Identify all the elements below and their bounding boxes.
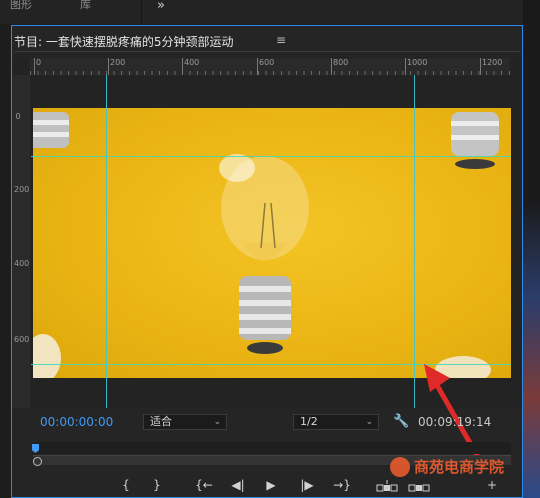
ruler-label: 200	[14, 185, 30, 194]
fit-value: 适合	[150, 415, 172, 428]
ruler-label: 0	[15, 112, 21, 121]
ruler-label: 1000	[407, 58, 428, 67]
ruler-tick	[34, 58, 35, 75]
ruler-label: 600	[259, 58, 275, 67]
tab-libraries[interactable]: 库	[80, 0, 91, 12]
ruler-tick	[182, 58, 183, 75]
chevron-down-icon: ⌄	[365, 417, 373, 427]
fit-dropdown[interactable]: 适合 ⌄	[143, 414, 227, 430]
guide-line-horizontal[interactable]	[31, 156, 511, 157]
chevron-down-icon: ⌄	[213, 417, 221, 427]
ruler-label: 1200	[482, 58, 503, 67]
ruler-tick	[405, 58, 406, 75]
go-to-out-button[interactable]: →}	[330, 478, 354, 492]
go-to-in-button[interactable]: {←	[192, 478, 216, 492]
ruler-tick	[108, 58, 109, 75]
insert-icon[interactable]	[376, 480, 398, 494]
vertical-ruler[interactable]	[12, 75, 30, 408]
wrench-icon[interactable]: 🔧	[393, 414, 409, 429]
timeline-ruler[interactable]	[33, 442, 511, 454]
current-timecode[interactable]: 00:00:00:00	[40, 415, 113, 429]
duration-timecode: 00:09:19:14	[418, 415, 492, 429]
hamburger-menu-icon[interactable]: ≡	[276, 33, 286, 47]
add-button[interactable]: +	[483, 478, 501, 492]
mark-in-button[interactable]: {	[117, 478, 135, 492]
title-divider	[14, 51, 521, 52]
watermark-logo	[390, 457, 410, 477]
tab-overflow-icon[interactable]: »	[157, 0, 165, 13]
mark-out-button[interactable]: }	[148, 478, 166, 492]
lightbulb-image	[33, 112, 499, 378]
tab-graphics[interactable]: 图形	[10, 0, 32, 12]
ruler-tick	[480, 58, 481, 75]
ruler-label: 800	[333, 58, 349, 67]
overwrite-icon[interactable]	[408, 480, 430, 494]
ruler-tick	[257, 58, 258, 75]
resolution-dropdown[interactable]: 1/2 ⌄	[293, 414, 379, 430]
ruler-label: 400	[184, 58, 200, 67]
ruler-label: 200	[110, 58, 126, 67]
watermark-text: 商苑电商学院	[414, 458, 505, 476]
background-wallpaper-strip	[523, 0, 540, 498]
ruler-label: 600	[14, 335, 30, 344]
step-back-button[interactable]: ◀|	[228, 478, 248, 492]
ruler-tick	[331, 58, 332, 75]
ruler-label: 400	[14, 259, 30, 268]
ruler-label: 0	[36, 58, 42, 67]
play-button[interactable]: ▶	[262, 478, 280, 492]
panel-title: 节目: 一套快速摆脱疼痛的5分钟颈部运动	[14, 35, 234, 49]
guide-line-vertical[interactable]	[414, 75, 415, 408]
top-tab-bar: 图形 库 »	[0, 0, 540, 24]
video-frame[interactable]	[33, 108, 511, 378]
tab-divider	[141, 0, 142, 24]
resolution-value: 1/2	[300, 415, 318, 428]
guide-line-vertical[interactable]	[106, 75, 107, 408]
zoom-handle[interactable]	[33, 457, 42, 466]
step-forward-button[interactable]: |▶	[297, 478, 317, 492]
